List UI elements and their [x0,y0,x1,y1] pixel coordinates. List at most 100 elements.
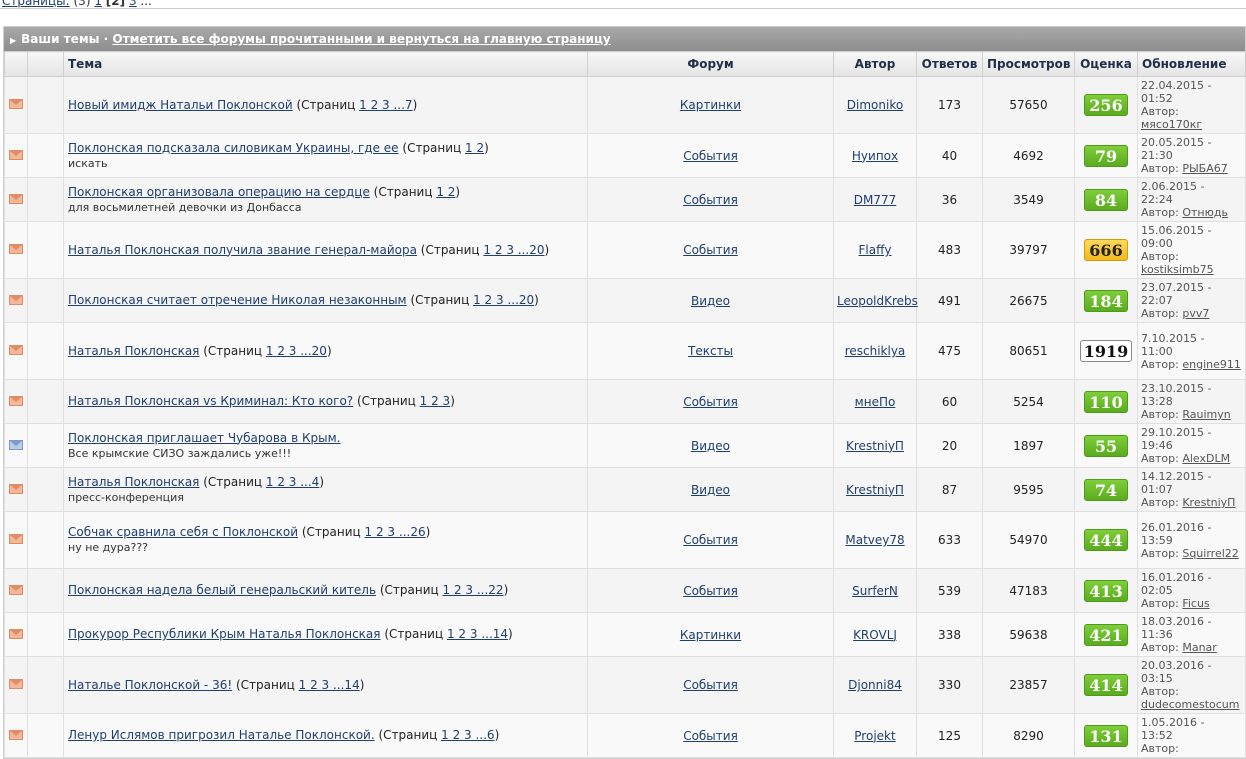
topic-link[interactable]: Поклонская считает отречение Николая нез… [68,293,407,307]
forum-link[interactable]: События [683,584,738,598]
author-link[interactable]: мнеПо [855,395,896,409]
title-separator: · [99,32,113,46]
arrow-right-icon: ▶ [10,36,17,45]
author-link[interactable]: Dimoniko [847,98,903,112]
rating-badge: 444 [1084,529,1128,551]
author-link[interactable]: KrestniyП [846,483,904,497]
topics-panel: ▶ Ваши темы · Отметить все форумы прочита… [3,26,1246,759]
topic-page-links[interactable]: 1 2 3 ...20 [483,243,544,257]
topic-link[interactable]: Поклонская организовала операцию на серд… [68,185,370,199]
update-time: 21:30 [1141,149,1173,162]
rating-cell: 84 [1074,177,1138,222]
topic-status-cell [4,221,28,279]
update-time: 13:52 [1141,729,1173,742]
topic-icon-cell [27,133,64,178]
topic-page-links[interactable]: 1 2 3 ...4 [266,475,319,489]
forum-link[interactable]: События [683,678,738,692]
update-author-link[interactable]: kostiksimb75 [1141,263,1214,276]
forum-link[interactable]: События [683,395,738,409]
forum-link[interactable]: События [683,533,738,547]
topic-link[interactable]: Новый имидж Натальи Поклонской [68,98,293,112]
author-cell: Flaffy [833,221,917,279]
topic-page-links[interactable]: 1 2 3 ...22 [443,583,504,597]
update-author-label: Автор: [1141,742,1179,755]
update-author-link[interactable]: AlexDLM [1182,452,1230,465]
author-link[interactable]: Projekt [854,729,895,743]
topic-link[interactable]: Наталье Поклонской - 36! [68,678,232,692]
author-link[interactable]: SurferN [852,584,898,598]
forum-link[interactable]: Тексты [688,344,733,358]
pages-open: (Страниц [356,394,420,408]
topic-link[interactable]: Поклонская приглашает Чубарова в Крым. [68,431,340,445]
author-link[interactable]: Djonni84 [848,678,902,692]
topic-page-links[interactable]: 1 2 3 ...20 [266,344,327,358]
author-link[interactable]: KROVLJ [853,628,897,642]
forum-link[interactable]: Картинки [680,98,741,112]
update-author-label: Автор: [1141,206,1183,219]
topic-page-links[interactable]: 1 2 3 [420,394,451,408]
update-author-link[interactable]: Rauimyn [1182,408,1230,421]
forum-link[interactable]: Картинки [680,628,741,642]
forum-cell: События [587,133,834,178]
topic-link[interactable]: Прокурор Республики Крым Наталья Поклонс… [68,627,380,641]
forum-link[interactable]: Видео [691,294,730,308]
update-author-link[interactable]: dudecomestocum [1141,698,1239,711]
topic-page-links[interactable]: 1 2 3 ...14 [447,627,508,641]
forum-link[interactable]: События [683,193,738,207]
author-link[interactable]: Flaffy [859,243,892,257]
author-link[interactable]: DM777 [854,193,897,207]
update-author-link[interactable]: мясо170кг [1141,118,1202,131]
last-update-cell: 23.10.2015 -13:28 Автор: Rauimyn [1137,379,1246,424]
update-author-link[interactable]: Отнюдь [1182,206,1228,219]
topic-link[interactable]: Наталья Поклонская [68,344,199,358]
topic-link[interactable]: Собчак сравнила себя с Поклонской [68,525,298,539]
topic-link[interactable]: Наталья Поклонская vs Криминал: Кто кого… [68,394,353,408]
update-date: 2.06.2015 - [1141,180,1205,193]
forum-link[interactable]: Видео [691,439,730,453]
update-author-link[interactable]: Ficus [1182,597,1209,610]
author-link[interactable]: Нуипох [852,149,898,163]
topic-link[interactable]: Наталья Поклонская [68,475,199,489]
topic-description: Все крымские СИЗО заждались уже!!! [68,446,292,460]
author-link[interactable]: KrestniyП [846,439,904,453]
update-author-link[interactable]: РЫБА67 [1182,162,1227,175]
pages-label-link[interactable]: Страницы: [2,0,70,8]
update-author-link[interactable]: pvv7 [1182,307,1209,320]
topic-page-links[interactable]: 1 2 3 ...20 [473,293,534,307]
topic-link[interactable]: Наталья Поклонская получила звание генер… [68,243,417,257]
update-author-link[interactable]: engine911 [1182,358,1241,371]
topic-page-links[interactable]: 1 2 [465,141,484,155]
topic-link[interactable]: Поклонская подсказала силовикам Украины,… [68,141,399,155]
author-link[interactable]: reschiklya [845,344,906,358]
replies-count: 60 [916,379,983,424]
page-link-1[interactable]: 1 [94,0,102,8]
topic-page-links[interactable]: 1 2 3 ...7 [359,98,412,112]
update-author-link[interactable]: Squirrel22 [1182,547,1238,560]
topic-page-links[interactable]: 1 2 [436,185,455,199]
last-update-cell: 14.12.2015 -01:07 Автор: KrestniyП [1137,467,1246,512]
forum-link[interactable]: События [683,729,738,743]
topic-icon-cell [27,612,64,657]
topic-link[interactable]: Ленур Ислямов пригрозил Наталье Поклонск… [68,728,375,742]
topic-page-links[interactable]: 1 2 3 ...6 [441,728,494,742]
envelope-blue-icon [9,439,23,450]
update-author-link[interactable]: KrestniyП [1182,496,1235,509]
topic-page-links[interactable]: 1 2 3 ...14 [299,678,360,692]
topic-link[interactable]: Поклонская надела белый генеральский кит… [68,583,376,597]
author-link[interactable]: LeopoldKrebs [837,294,918,308]
topic-cell: Прокурор Республики Крым Наталья Поклонс… [63,612,588,657]
table-row: Наталье Поклонской - 36! (Страниц 1 2 3 … [4,656,1246,714]
forum-link[interactable]: События [683,149,738,163]
update-author-link[interactable]: Manar [1182,641,1216,654]
topic-status-cell [4,322,28,380]
topic-page-links[interactable]: 1 2 3 ...26 [365,525,426,539]
update-time: 03:15 [1141,672,1173,685]
forum-link[interactable]: Видео [691,483,730,497]
author-link[interactable]: Matvey78 [845,533,904,547]
views-count: 80651 [982,322,1075,380]
mark-all-read-link[interactable]: Отметить все форумы прочитанными и верну… [112,32,610,46]
page-link-3[interactable]: 3 [129,0,137,8]
update-time: 13:59 [1141,533,1173,547]
forum-link[interactable]: События [683,243,738,257]
envelope-icon [9,294,23,305]
